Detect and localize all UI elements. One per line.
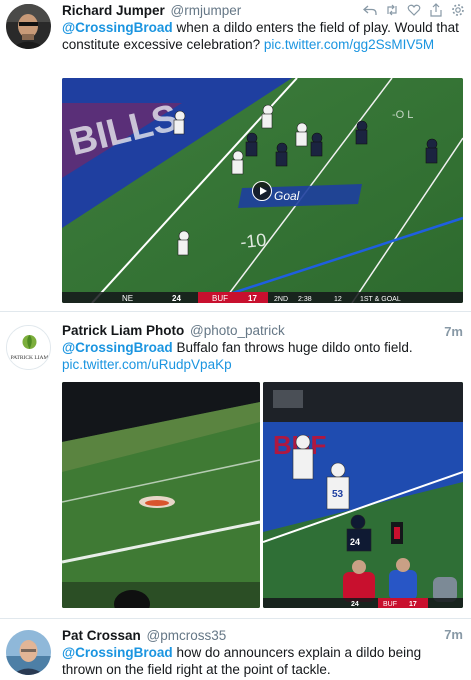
score-away-team: NE (122, 294, 133, 303)
tweet-text: @CrossingBroad how do announcers explain… (62, 644, 462, 678)
media-link[interactable]: pic.twitter.com/gg2SsMIV5M (264, 37, 434, 52)
score-home: 17 (409, 601, 417, 608)
score-away: 24 (351, 601, 359, 608)
media-link[interactable]: pic.twitter.com/uRudpVpaKp (62, 357, 232, 372)
tweet-text: @CrossingBroad Buffalo fan throws huge d… (62, 339, 462, 373)
mention-link[interactable]: @CrossingBroad (62, 340, 173, 355)
reply-icon[interactable] (363, 3, 377, 17)
score-down: 1ST & GOAL (360, 296, 401, 303)
jersey-number-2: 24 (350, 537, 360, 547)
tweet-actions (363, 3, 465, 17)
photo-2[interactable]: BUF 53 24 24 BUF 17 (263, 382, 463, 608)
field-goal-text: Goal (274, 189, 300, 203)
tweet-text-content: Buffalo fan throws huge dildo onto field… (172, 340, 413, 355)
video-thumbnail[interactable]: BILLS -10 -O L Goal NE 24 BUF 17 2ND 2:3… (62, 78, 463, 303)
timestamp[interactable]: 7m (444, 324, 463, 339)
retweet-icon[interactable] (385, 3, 399, 17)
tweet-text: @CrossingBroad when a dildo enters the f… (62, 19, 462, 53)
mention-link[interactable]: @CrossingBroad (62, 20, 173, 35)
score-home: 17 (248, 294, 257, 303)
display-name[interactable]: Pat Crossan (62, 628, 141, 643)
score-play-clock: 12 (334, 296, 342, 303)
avatar-pat-crossan[interactable] (6, 630, 51, 675)
tweet-header: Pat Crossan @pmcross35 (62, 627, 226, 644)
tweet-1: Richard Jumper @rmjumper @CrossingBroad … (0, 0, 471, 312)
timestamp[interactable]: 7m (444, 627, 463, 642)
tweet-header: Richard Jumper @rmjumper (62, 2, 241, 19)
avatar-patrick-liam-photo[interactable]: PATRICK LIAM (6, 325, 51, 370)
jersey-number: 53 (332, 489, 344, 500)
photo-1[interactable] (62, 382, 260, 608)
score-away: 24 (172, 294, 181, 303)
avatar-richard-jumper[interactable] (6, 4, 51, 49)
score-home-team: BUF (383, 601, 397, 608)
score-quarter: 2ND (274, 296, 288, 303)
display-name[interactable]: Patrick Liam Photo (62, 323, 184, 338)
svg-text:-10: -10 (239, 230, 267, 253)
score-clock: 2:38 (298, 296, 312, 303)
mention-link[interactable]: @CrossingBroad (62, 645, 173, 660)
tweet-header: Patrick Liam Photo @photo_patrick (62, 322, 285, 339)
display-name[interactable]: Richard Jumper (62, 3, 165, 18)
players-on-field-image: BUF 53 24 24 BUF 17 (263, 382, 463, 608)
user-handle[interactable]: @photo_patrick (190, 323, 285, 338)
svg-text:-O L: -O L (392, 109, 413, 121)
like-icon[interactable] (407, 3, 421, 17)
settings-icon[interactable] (451, 3, 465, 17)
play-button[interactable] (252, 181, 272, 201)
tweet-3: Pat Crossan @pmcross35 7m @CrossingBroad… (0, 619, 471, 680)
avatar-brand-text: PATRICK LIAM (11, 355, 49, 361)
share-icon[interactable] (429, 3, 443, 17)
field-with-object-image (62, 382, 260, 608)
user-handle[interactable]: @pmcross35 (147, 628, 227, 643)
user-handle[interactable]: @rmjumper (171, 3, 242, 18)
score-home-team: BUF (212, 294, 228, 303)
